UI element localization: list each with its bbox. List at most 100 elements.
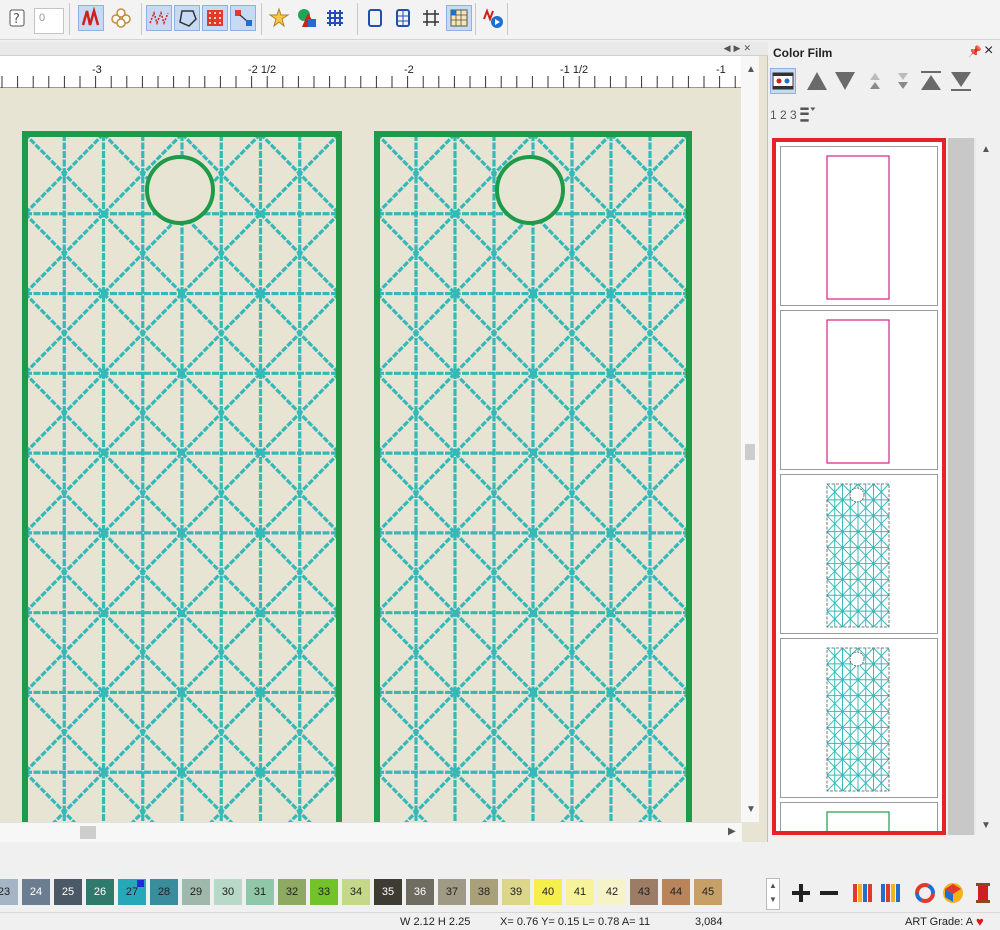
move-up-small-button[interactable] bbox=[862, 68, 888, 94]
frame-preview bbox=[826, 319, 890, 464]
scroll-up-icon[interactable]: ▲ bbox=[981, 144, 991, 155]
document-tab-strip: ◀▶✕ bbox=[0, 42, 768, 56]
move-to-top-button[interactable] bbox=[918, 68, 944, 94]
show-objects-button[interactable] bbox=[770, 68, 796, 94]
hoop-grid-icon bbox=[396, 9, 410, 27]
thread-spool-button[interactable] bbox=[970, 880, 996, 906]
color-film-list[interactable] bbox=[772, 138, 946, 835]
resequence-button[interactable]: 1 2 3 bbox=[770, 102, 830, 128]
film-view-icon bbox=[772, 72, 794, 90]
hoop-button[interactable] bbox=[362, 5, 388, 31]
swatch-number: 43 bbox=[637, 886, 651, 898]
shape-button[interactable] bbox=[174, 5, 200, 31]
satin-stitch-button[interactable] bbox=[78, 5, 104, 31]
color-swatch-38[interactable]: 38 bbox=[470, 879, 498, 905]
tension-value-field[interactable]: 0 bbox=[34, 8, 64, 34]
color-swatch-39[interactable]: 39 bbox=[502, 879, 530, 905]
ruler-label: -1 bbox=[716, 64, 726, 76]
film-frame-border[interactable] bbox=[780, 802, 938, 831]
color-cube-icon bbox=[943, 883, 963, 903]
color-swatch-26[interactable]: 26 bbox=[86, 879, 114, 905]
small-down-icon bbox=[898, 73, 908, 89]
color-swatch-43[interactable]: 43 bbox=[630, 879, 658, 905]
toolbar-group-hoop bbox=[360, 3, 476, 35]
film-frame-outline-2[interactable] bbox=[780, 310, 938, 470]
color-swatch-40[interactable]: 40 bbox=[534, 879, 562, 905]
move-down-button[interactable] bbox=[832, 68, 858, 94]
film-frame-grid-1[interactable] bbox=[780, 474, 938, 634]
shapes-button[interactable] bbox=[294, 5, 320, 31]
color-swatch-44[interactable]: 44 bbox=[662, 879, 690, 905]
film-scrollbar[interactable]: ▲ ▼ bbox=[948, 138, 994, 835]
film-scroll-thumb[interactable] bbox=[948, 138, 974, 835]
vertical-scroll-thumb[interactable] bbox=[745, 444, 755, 460]
door-hanger-design-left[interactable] bbox=[22, 131, 342, 822]
vertical-scrollbar[interactable]: ▲ ▼ bbox=[741, 56, 759, 822]
color-film-panel: Color Film 📌 × 1 2 3 ▲ ▼ bbox=[768, 42, 1000, 842]
show-grid-button[interactable] bbox=[418, 5, 444, 31]
tab-scroll-arrows-icon[interactable]: ◀▶✕ bbox=[724, 43, 754, 54]
stitch-player-button[interactable] bbox=[480, 5, 506, 31]
color-swatch-42[interactable]: 42 bbox=[598, 879, 626, 905]
color-swatch-33[interactable]: 33 bbox=[310, 879, 338, 905]
move-to-bottom-button[interactable] bbox=[948, 68, 974, 94]
color-swatch-36[interactable]: 36 bbox=[406, 879, 434, 905]
move-up-button[interactable] bbox=[804, 68, 830, 94]
color-swatch-24[interactable]: 24 bbox=[22, 879, 50, 905]
door-hanger-design-right[interactable] bbox=[374, 131, 692, 822]
move-down-small-button[interactable] bbox=[890, 68, 916, 94]
frame-preview bbox=[826, 155, 890, 300]
color-swatch-31[interactable]: 31 bbox=[246, 879, 274, 905]
zigzag-stitch-icon bbox=[81, 7, 100, 26]
flower-icon bbox=[111, 8, 131, 28]
swatch-number: 25 bbox=[61, 886, 75, 898]
color-swatch-37[interactable]: 37 bbox=[438, 879, 466, 905]
grid-fill-button[interactable] bbox=[322, 5, 348, 31]
color-blend-button[interactable] bbox=[940, 880, 966, 906]
scroll-right-icon[interactable]: ▶ bbox=[728, 826, 736, 837]
hoop-grid-button[interactable] bbox=[390, 5, 416, 31]
film-frame-grid-2[interactable] bbox=[780, 638, 938, 798]
texture-view-button[interactable] bbox=[446, 5, 472, 31]
design-workspace[interactable]: ◀▶✕ -3 -2 1/2 -2 -1 1/2 -1 ▲ ▼ ▶ bbox=[0, 42, 768, 842]
film-frame-outline-1[interactable] bbox=[780, 146, 938, 306]
color-swatch-29[interactable]: 29 bbox=[182, 879, 210, 905]
color-swatch-27[interactable]: 27 bbox=[118, 879, 146, 905]
motif-fill-button[interactable] bbox=[230, 5, 256, 31]
color-swatch-35[interactable]: 35 bbox=[374, 879, 402, 905]
thread-list-button[interactable] bbox=[878, 880, 904, 906]
color-swatch-34[interactable]: 34 bbox=[342, 879, 370, 905]
color-swatch-32[interactable]: 32 bbox=[278, 879, 306, 905]
remove-color-button[interactable] bbox=[816, 880, 842, 906]
thread-list-icon bbox=[881, 884, 900, 902]
film-scroll-track[interactable]: ▲ ▼ bbox=[976, 138, 994, 835]
color-swatch-30[interactable]: 30 bbox=[214, 879, 242, 905]
texture-grid-icon bbox=[450, 9, 468, 27]
color-swatch-28[interactable]: 28 bbox=[150, 879, 178, 905]
scroll-down-icon[interactable]: ▼ bbox=[746, 804, 756, 815]
stitch-player-icon bbox=[483, 8, 503, 28]
run-stitch-button[interactable] bbox=[146, 5, 172, 31]
swatch-number: 44 bbox=[669, 886, 683, 898]
scroll-down-icon[interactable]: ▼ bbox=[981, 820, 991, 831]
close-icon[interactable]: × bbox=[984, 42, 993, 60]
fill-stitch-button[interactable] bbox=[202, 5, 228, 31]
thread-chart-button[interactable] bbox=[850, 880, 876, 906]
horizontal-scrollbar[interactable]: ▶ bbox=[0, 822, 742, 842]
color-swatch-23[interactable]: 23 bbox=[0, 879, 18, 905]
ruler-label: -1 1/2 bbox=[560, 64, 589, 76]
motif-button[interactable] bbox=[266, 5, 292, 31]
color-swatch-45[interactable]: 45 bbox=[694, 879, 722, 905]
color-wheel-button[interactable] bbox=[912, 880, 938, 906]
add-color-button[interactable] bbox=[788, 880, 814, 906]
embroidery-canvas[interactable] bbox=[0, 88, 742, 822]
applique-button[interactable] bbox=[108, 5, 134, 31]
horizontal-scroll-thumb[interactable] bbox=[80, 826, 96, 839]
palette-scroll-spinner[interactable]: ▲ ▼ bbox=[766, 878, 780, 910]
scroll-up-icon[interactable]: ▲ bbox=[746, 64, 756, 75]
color-swatch-25[interactable]: 25 bbox=[54, 879, 82, 905]
color-swatch-41[interactable]: 41 bbox=[566, 879, 594, 905]
pin-icon[interactable]: 📌 bbox=[968, 45, 982, 58]
thread-tension-button[interactable]: ? bbox=[4, 5, 30, 31]
art-grade: ART Grade: A bbox=[905, 916, 974, 928]
